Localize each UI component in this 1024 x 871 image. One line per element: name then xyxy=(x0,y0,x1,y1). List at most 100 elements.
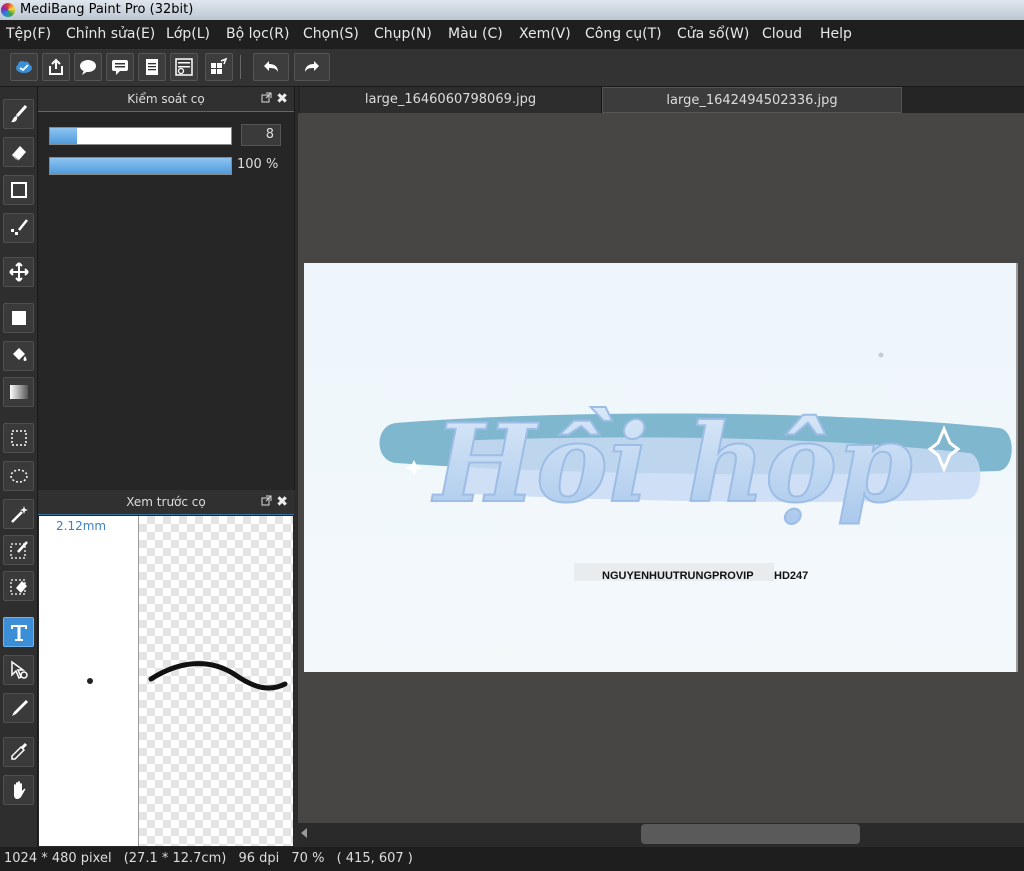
brush-preview-panel: Xem trước cọ ✖ 2.12mm xyxy=(38,490,294,847)
menu-cloud[interactable]: Cloud xyxy=(762,26,802,42)
move-icon xyxy=(8,262,29,282)
gradient-tool[interactable] xyxy=(3,377,34,407)
text-tool[interactable] xyxy=(3,617,34,647)
tab-document-2[interactable]: large_1642494502336.jpg xyxy=(602,87,902,113)
credit-right: HD247 xyxy=(774,570,808,582)
tab-document-1[interactable]: large_1646060798069.jpg xyxy=(300,87,602,113)
scroll-thumb[interactable] xyxy=(641,824,860,844)
status-pixels: 1024 * 480 pixel xyxy=(4,851,112,866)
eraser-tool[interactable] xyxy=(3,137,34,167)
magic-wand-icon xyxy=(10,506,28,523)
menu-tools[interactable]: Công cụ(T) xyxy=(585,26,662,42)
eyedropper-soft-tool[interactable] xyxy=(3,693,34,723)
menu-edit[interactable]: Chỉnh sửa(E) xyxy=(66,26,155,42)
select-eraser-tool[interactable] xyxy=(3,571,34,601)
bucket-tool[interactable] xyxy=(3,341,34,371)
menu-color[interactable]: Màu (C) xyxy=(448,26,503,42)
canvas-edge xyxy=(1016,263,1018,672)
document-icon xyxy=(146,59,158,75)
tool-palette xyxy=(0,87,38,847)
status-zoom: 70 % xyxy=(291,851,325,866)
menu-layer[interactable]: Lớp(L) xyxy=(166,26,210,42)
gradient-icon xyxy=(9,385,28,399)
text-icon xyxy=(10,625,27,641)
brush-control-panel: Kiểm soát cọ ✖ 8 100 % xyxy=(38,87,295,490)
headline-text: Hồi hộp xyxy=(431,401,913,527)
select-rect-tool[interactable] xyxy=(3,423,34,453)
speech-bubble-icon xyxy=(80,60,96,75)
share-icon xyxy=(49,58,63,75)
menu-select[interactable]: Chọn(S) xyxy=(303,26,359,42)
status-dpi: 96 dpi xyxy=(238,851,280,866)
magic-wand-tool[interactable] xyxy=(3,499,34,529)
undo-icon xyxy=(264,61,278,72)
close-icon[interactable]: ✖ xyxy=(276,87,288,111)
main-toolbar xyxy=(0,49,1024,87)
lasso-icon xyxy=(9,469,28,483)
speech-bubble-button[interactable] xyxy=(74,53,102,81)
stroke-preview-svg xyxy=(148,661,288,691)
brush-tool[interactable] xyxy=(3,99,34,129)
app-icon xyxy=(1,3,15,17)
operation-icon xyxy=(10,660,28,680)
rectangle-tool[interactable] xyxy=(3,175,34,205)
select-pen-icon xyxy=(9,541,28,559)
preview-panel-title: Xem trước cọ xyxy=(126,495,206,509)
brush-size-value[interactable]: 8 xyxy=(241,124,281,146)
brush-opacity-slider[interactable] xyxy=(49,157,232,175)
brush-size-fill xyxy=(50,128,78,144)
menu-window[interactable]: Cửa sổ(W) xyxy=(677,26,749,42)
menu-view[interactable]: Xem(V) xyxy=(519,26,571,42)
operation-tool[interactable] xyxy=(3,655,34,685)
menu-file[interactable]: Tệp(F) xyxy=(6,26,51,42)
fill-rect-icon xyxy=(11,311,26,325)
brush-opacity-value: 100 % xyxy=(237,157,279,172)
dot-tool[interactable] xyxy=(3,213,34,243)
eraser-icon xyxy=(11,146,26,161)
hand-tool[interactable] xyxy=(3,775,34,805)
brush-size-slider[interactable] xyxy=(49,127,232,145)
popout-icon[interactable] xyxy=(261,92,272,103)
stroke-preview xyxy=(139,516,293,846)
select-rect-icon xyxy=(10,430,27,446)
canvas[interactable]: Hồi hộp NGUYENHUUTRUNGPROVIP HD247 xyxy=(304,263,1018,672)
menu-capture[interactable]: Chụp(N) xyxy=(374,26,432,42)
redo-icon xyxy=(305,61,319,72)
brush-panel-header: Kiểm soát cọ ✖ xyxy=(38,87,294,112)
document-button[interactable] xyxy=(138,53,166,81)
eyedropper-icon xyxy=(10,742,27,760)
select-pen-tool[interactable] xyxy=(3,535,34,565)
undo-button[interactable] xyxy=(253,53,289,81)
cloud-save-icon xyxy=(16,61,32,73)
menu-filter[interactable]: Bộ lọc(R) xyxy=(226,26,289,42)
status-cm: (27.1 * 12.7cm) xyxy=(123,851,227,866)
preview-panel-header: Xem trước cọ ✖ xyxy=(38,490,294,515)
select-eraser-icon xyxy=(9,579,27,595)
eyedropper-tool[interactable] xyxy=(3,737,34,767)
lasso-tool[interactable] xyxy=(3,461,34,491)
close-icon[interactable]: ✖ xyxy=(276,490,288,514)
share-button[interactable] xyxy=(42,53,70,81)
title-bar: MediBang Paint Pro (32bit) xyxy=(0,0,1024,20)
menu-bar: Tệp(F) Chỉnh sửa(E) Lớp(L) Bộ lọc(R) Chọ… xyxy=(0,20,1024,49)
toolbar-separator xyxy=(240,55,241,79)
scroll-left-icon[interactable] xyxy=(301,828,307,838)
list-button[interactable] xyxy=(170,53,198,81)
brush-size-preview: 2.12mm xyxy=(39,516,139,846)
popout-icon[interactable] xyxy=(261,495,272,506)
menu-help[interactable]: Help xyxy=(820,26,852,42)
brush-opacity-fill xyxy=(50,158,231,174)
brush-icon xyxy=(10,104,27,123)
workspace: Hồi hộp NGUYENHUUTRUNGPROVIP HD247 xyxy=(298,113,1024,823)
comment-button[interactable] xyxy=(106,53,134,81)
status-bar: 1024 * 480 pixel (27.1 * 12.7cm) 96 dpi … xyxy=(0,847,1024,871)
move-tool[interactable] xyxy=(3,257,34,287)
cloud-save-button[interactable] xyxy=(10,53,38,81)
window-title: MediBang Paint Pro (32bit) xyxy=(20,2,194,17)
redo-button[interactable] xyxy=(294,53,330,81)
grid-icon xyxy=(211,57,228,74)
bucket-icon xyxy=(12,348,26,361)
fill-rect-tool[interactable] xyxy=(3,303,34,333)
grid-button[interactable] xyxy=(205,53,233,81)
horizontal-scrollbar[interactable] xyxy=(298,823,1024,845)
